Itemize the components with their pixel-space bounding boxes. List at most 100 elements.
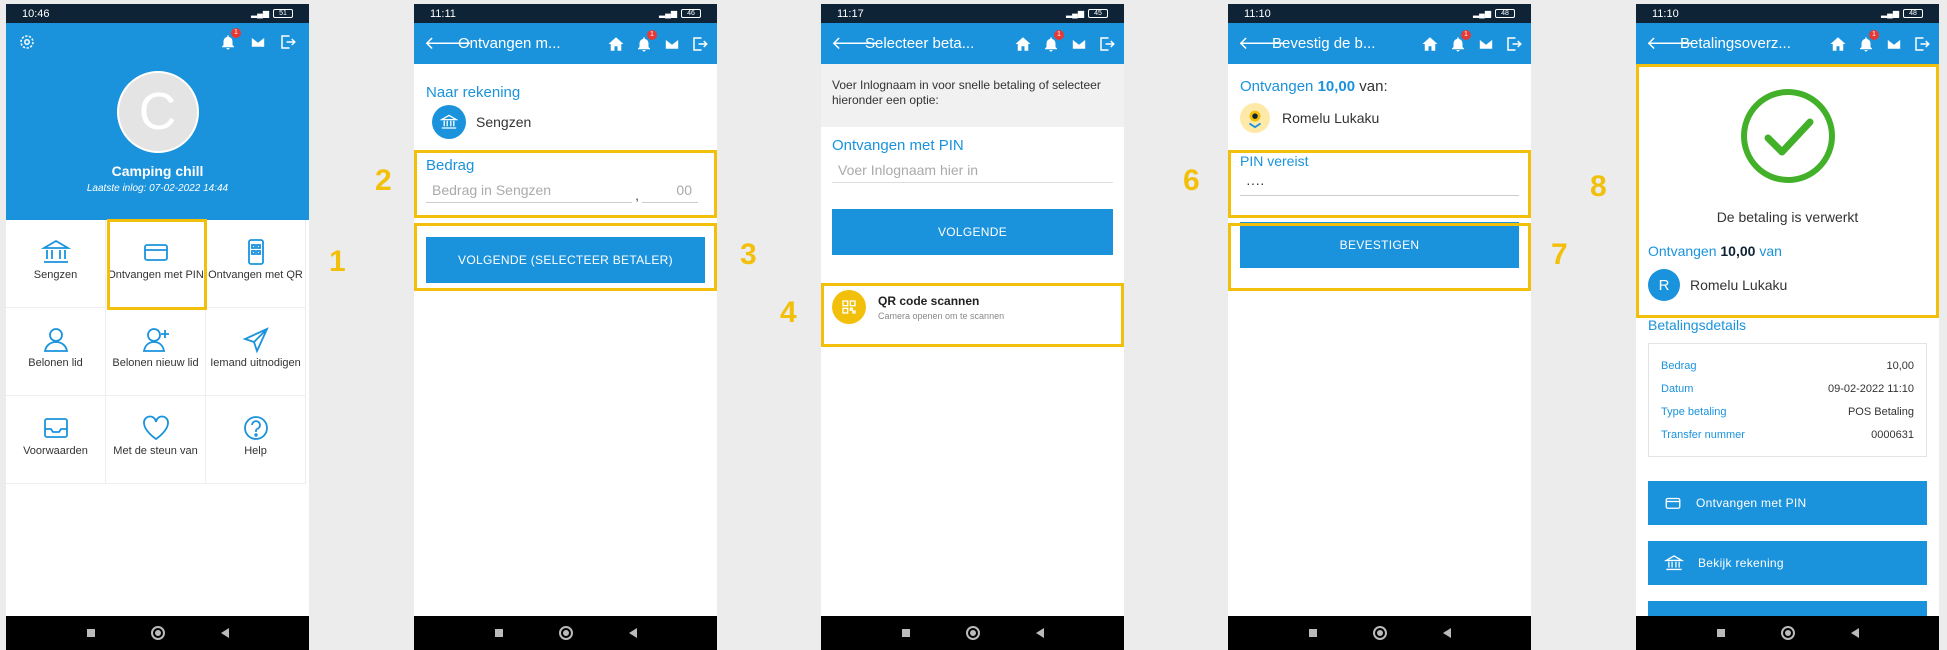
logout-icon[interactable] xyxy=(279,33,297,51)
back-arrow-icon[interactable]: 🡐 xyxy=(1646,33,1694,54)
logout-icon[interactable] xyxy=(1505,35,1523,53)
logout-icon[interactable] xyxy=(691,35,709,53)
back-button[interactable] xyxy=(1442,628,1451,638)
user-icon xyxy=(43,328,68,352)
menu-help[interactable]: Help xyxy=(206,396,306,484)
user-add-icon xyxy=(142,328,169,352)
home-button[interactable] xyxy=(558,626,573,640)
mail-icon[interactable] xyxy=(1885,35,1903,53)
received-prefix: Ontvangen xyxy=(1240,78,1314,95)
logout-icon[interactable] xyxy=(1098,35,1116,53)
home-button[interactable] xyxy=(1780,626,1795,640)
info-banner: Voer Inlognaam in voor snelle betaling o… xyxy=(821,64,1124,127)
android-nav-bar xyxy=(414,616,717,650)
home-icon[interactable] xyxy=(1014,35,1032,53)
menu-belonen-nieuw-lid[interactable]: Belonen nieuw lid xyxy=(106,308,206,396)
recents-button[interactable] xyxy=(1308,629,1317,637)
last-login: Laatste inlog: 07-02-2022 14:44 xyxy=(86,183,229,194)
mail-icon[interactable] xyxy=(663,35,681,53)
home-icon[interactable] xyxy=(1829,35,1847,53)
recents-button[interactable] xyxy=(901,629,910,637)
detail-value: 09-02-2022 11:10 xyxy=(1827,382,1914,395)
view-account-label: Bekijk rekening xyxy=(1698,556,1784,570)
send-icon xyxy=(242,327,269,354)
menu-label: Ontvangen met QR xyxy=(208,269,303,281)
next-button[interactable]: VOLGENDE xyxy=(832,209,1113,255)
recents-button[interactable] xyxy=(494,629,503,637)
back-button[interactable] xyxy=(1850,628,1859,638)
highlight-box-7 xyxy=(1228,223,1531,291)
payment-details-title: Betalingsdetails xyxy=(1648,317,1747,333)
card-icon xyxy=(1665,497,1681,509)
signal-icon: ▂▄▆ xyxy=(251,9,269,18)
recents-button[interactable] xyxy=(1716,629,1725,637)
home-button[interactable] xyxy=(965,626,980,640)
status-bar: 11:10 ▂▄▆ 48 xyxy=(1636,4,1939,23)
menu-label: Met de steun van xyxy=(113,445,198,457)
notification-bell-icon[interactable]: 1 xyxy=(1449,29,1471,53)
heart-icon xyxy=(142,415,169,441)
app-bar-title: Ontvangen m... xyxy=(458,35,561,52)
avatar[interactable]: C xyxy=(116,71,199,153)
menu-label: Sengzen xyxy=(33,269,78,281)
notification-bell-icon[interactable]: 1 xyxy=(1857,29,1879,53)
highlight-box-3 xyxy=(414,223,717,291)
home-icon[interactable] xyxy=(607,35,625,53)
view-account-button[interactable]: Bekijk rekening xyxy=(1648,541,1927,585)
username-input[interactable]: Voer Inlognaam hier in xyxy=(832,158,1113,183)
payment-details-card: Bedrag 10,00 Datum 09-02-2022 11:10 Type b… xyxy=(1648,343,1927,457)
detail-key: Type betaling xyxy=(1661,405,1727,418)
app-bar: 🡐 Selecteer beta... 1 xyxy=(821,23,1124,64)
mail-icon[interactable] xyxy=(1070,35,1088,53)
notification-bell-icon[interactable]: 1 xyxy=(635,29,657,53)
mail-icon[interactable] xyxy=(249,33,267,51)
back-arrow-icon[interactable]: 🡐 xyxy=(424,33,472,54)
menu-label: Help xyxy=(244,445,267,457)
app-bar: 🡐 Bevestig de b... 1 xyxy=(1228,23,1531,64)
inbox-icon xyxy=(43,418,68,438)
bank-icon xyxy=(1664,555,1684,571)
menu-voorwaarden[interactable]: Voorwaarden xyxy=(6,396,106,484)
notification-badge: 1 xyxy=(1054,29,1064,40)
status-time: 11:11 xyxy=(430,7,456,20)
notification-bell-icon[interactable]: 1 xyxy=(219,28,241,51)
back-arrow-icon[interactable]: 🡐 xyxy=(1238,33,1286,54)
notification-badge: 1 xyxy=(647,29,657,40)
notification-bell-icon[interactable]: 1 xyxy=(1042,29,1064,53)
back-button[interactable] xyxy=(220,628,229,638)
payer-avatar xyxy=(1240,103,1270,133)
detail-row: Bedrag 10,00 xyxy=(1661,354,1914,377)
detail-key: Bedrag xyxy=(1661,359,1697,372)
battery-icon: 45 xyxy=(1088,9,1108,18)
menu-label: Voorwaarden xyxy=(23,445,88,457)
logout-icon[interactable] xyxy=(1913,35,1931,53)
settings-icon[interactable] xyxy=(18,33,36,51)
mail-icon[interactable] xyxy=(1477,35,1495,53)
receive-pin-button[interactable]: Ontvangen met PIN xyxy=(1648,481,1927,525)
step-number-3: 3 xyxy=(740,238,757,271)
recents-button[interactable] xyxy=(86,629,95,637)
step-number-6: 6 xyxy=(1183,164,1200,197)
android-nav-bar xyxy=(1228,616,1531,650)
back-arrow-icon[interactable]: 🡐 xyxy=(831,33,879,54)
menu-belonen-lid[interactable]: Belonen lid xyxy=(6,308,106,396)
back-button[interactable] xyxy=(628,628,637,638)
home-button[interactable] xyxy=(150,626,165,640)
menu-iemand-uitnodigen[interactable]: Iemand uitnodigen xyxy=(206,308,306,396)
highlight-box-1 xyxy=(107,219,207,310)
signal-icon: ▂▄▆ xyxy=(1066,9,1084,18)
app-bar: 🡐 Betalingsoverz... 1 xyxy=(1636,23,1939,64)
home-button[interactable] xyxy=(1372,626,1387,640)
battery-icon: 48 xyxy=(1495,9,1515,18)
status-bar: 11:11 ▂▄▆ 46 xyxy=(414,4,717,23)
menu-sengzen[interactable]: Sengzen xyxy=(6,220,106,308)
highlight-box-6 xyxy=(1228,150,1531,218)
detail-row: Datum 09-02-2022 11:10 xyxy=(1661,377,1914,400)
bank-icon xyxy=(40,239,71,263)
menu-steun-van[interactable]: Met de steun van xyxy=(106,396,206,484)
back-button[interactable] xyxy=(1035,628,1044,638)
help-icon xyxy=(243,416,268,440)
menu-ontvangen-qr[interactable]: Ontvangen met QR xyxy=(206,220,306,308)
battery-icon: 51 xyxy=(273,9,293,18)
home-icon[interactable] xyxy=(1421,35,1439,53)
